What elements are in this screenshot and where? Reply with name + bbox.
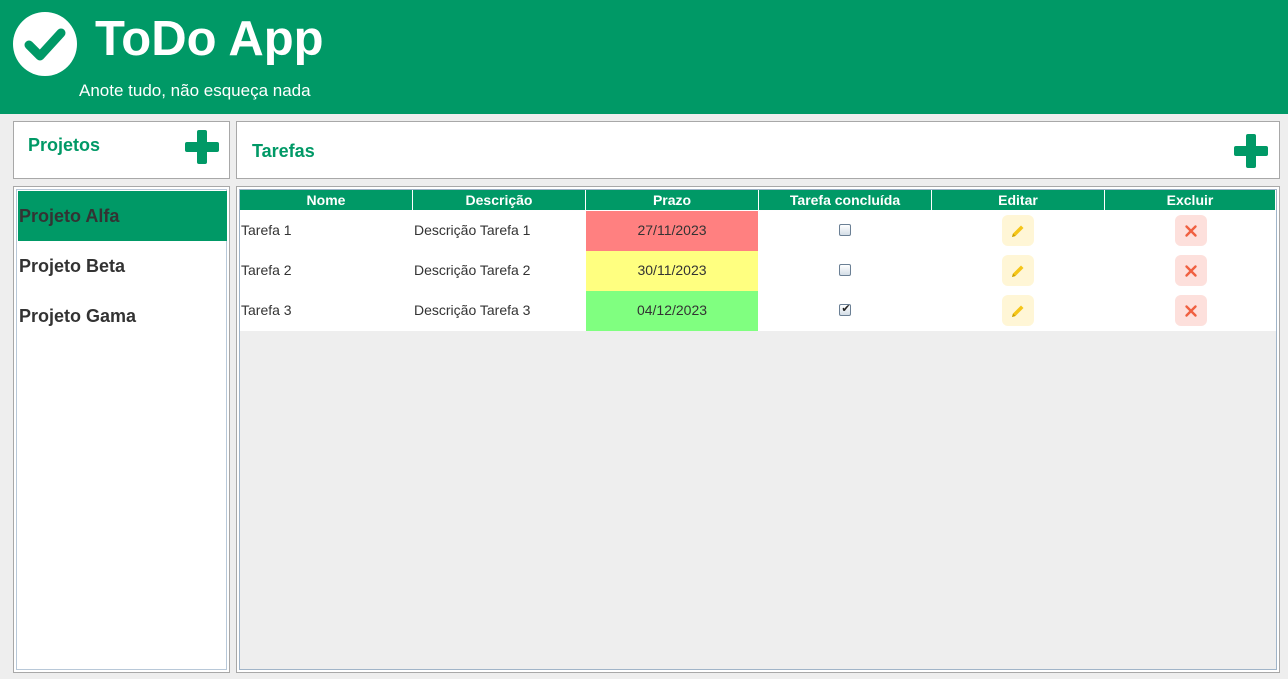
project-item[interactable]: Projeto Gama (18, 291, 227, 341)
delete-task-button[interactable] (1175, 255, 1207, 286)
task-due-date-cell: 27/11/2023 (586, 211, 758, 251)
edit-task-button[interactable] (1002, 255, 1034, 286)
column-header[interactable]: Descrição (413, 190, 586, 211)
task-description-cell: Descrição Tarefa 1 (414, 222, 531, 238)
task-delete-cell (1105, 211, 1276, 251)
edit-task-button[interactable] (1002, 215, 1034, 246)
tasks-table-panel: Nome Descrição Prazo Tarefa concluída Editar… (236, 186, 1280, 673)
task-done-checkbox[interactable] (839, 224, 851, 236)
task-done-checkbox[interactable]: ✔ (839, 303, 851, 316)
column-header[interactable]: Prazo (586, 190, 759, 211)
projects-heading: Projetos (28, 135, 101, 155)
edit-task-button[interactable] (1002, 295, 1034, 326)
add-task-button[interactable] (1234, 134, 1268, 168)
task-done-cell (759, 251, 931, 291)
task-description-cell: Descrição Tarefa 3 (414, 302, 531, 318)
table-header: Nome Descrição Prazo Tarefa concluída Editar… (240, 190, 1276, 211)
x-icon (1185, 265, 1197, 277)
app-header: ToDo App Anote tudo, não esqueça nada (0, 0, 1288, 114)
table-row[interactable]: Tarefa 2 Descrição Tarefa 2 30/11/2023 (240, 251, 1276, 291)
delete-task-button[interactable] (1175, 215, 1207, 246)
tasks-header-panel: Tarefas (236, 121, 1280, 179)
task-edit-cell (932, 291, 1104, 331)
task-done-cell (759, 211, 931, 251)
projects-list-panel: Projeto Alfa Projeto Beta Projeto Gama (13, 186, 230, 673)
todo-app-window: ToDo App Anote tudo, não esqueça nada Pr… (0, 0, 1288, 679)
pencil-icon (1012, 265, 1024, 277)
task-description-cell: Descrição Tarefa 2 (414, 262, 531, 278)
column-header[interactable]: Tarefa concluída (759, 190, 932, 211)
app-subtitle: Anote tudo, não esqueça nada (79, 81, 311, 100)
column-header[interactable]: Nome (240, 190, 413, 211)
app-title: ToDo App (95, 12, 324, 66)
table-row[interactable]: Tarefa 3 Descrição Tarefa 3 04/12/2023 ✔ (240, 291, 1276, 331)
task-name-cell: Tarefa 2 (241, 262, 292, 278)
project-item[interactable]: Projeto Beta (18, 241, 227, 291)
tasks-table: Nome Descrição Prazo Tarefa concluída Editar… (239, 189, 1277, 670)
projects-header-panel: Projetos (13, 121, 230, 179)
check-circle-icon (13, 12, 77, 76)
add-project-button[interactable] (185, 130, 219, 164)
projects-list[interactable]: Projeto Alfa Projeto Beta Projeto Gama (16, 189, 227, 670)
task-delete-cell (1105, 251, 1276, 291)
delete-task-button[interactable] (1175, 295, 1207, 326)
task-due-date-cell: 04/12/2023 (586, 291, 758, 331)
pencil-icon (1012, 305, 1024, 317)
column-header[interactable]: Excluir (1105, 190, 1276, 211)
pencil-icon (1012, 225, 1024, 237)
task-name-cell: Tarefa 1 (241, 222, 292, 238)
task-name-cell: Tarefa 3 (241, 302, 292, 318)
task-edit-cell (932, 211, 1104, 251)
checkmark-icon: ✔ (841, 303, 851, 315)
task-done-cell: ✔ (759, 291, 931, 331)
x-icon (1185, 305, 1197, 317)
task-delete-cell (1105, 291, 1276, 331)
column-header[interactable]: Editar (932, 190, 1105, 211)
task-done-checkbox[interactable] (839, 264, 851, 276)
table-row[interactable]: Tarefa 1 Descrição Tarefa 1 27/11/2023 (240, 211, 1276, 251)
task-edit-cell (932, 251, 1104, 291)
x-icon (1185, 225, 1197, 237)
project-item[interactable]: Projeto Alfa (18, 191, 227, 241)
task-due-date-cell: 30/11/2023 (586, 251, 758, 291)
tasks-heading: Tarefas (252, 141, 315, 161)
